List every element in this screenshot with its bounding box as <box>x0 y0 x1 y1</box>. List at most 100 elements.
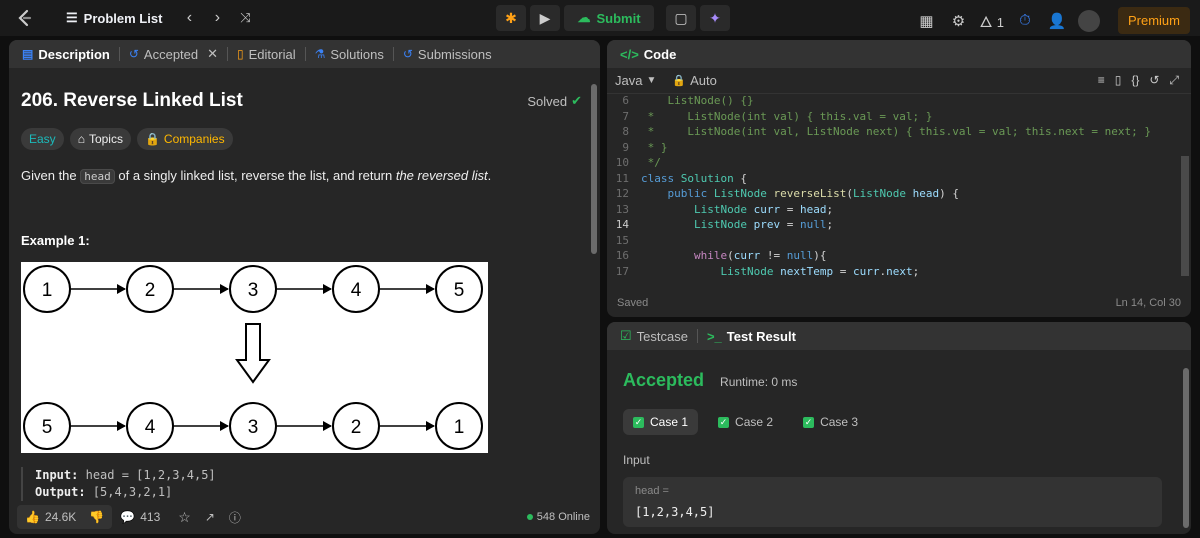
bug-icon: ✱ <box>505 9 517 26</box>
language-select[interactable]: Java ▼ <box>615 73 656 88</box>
bottom-list-arrowhead <box>323 421 332 431</box>
expand-icon[interactable]: ⤢ <box>1169 73 1179 88</box>
comments-button[interactable]: 💬 413 <box>120 510 160 524</box>
chevron-down-icon: ▼ <box>646 75 657 86</box>
debug-button[interactable]: ✱ <box>496 5 526 31</box>
code-line: 15 <box>615 233 629 247</box>
submit-button[interactable]: ☁ Submit <box>564 5 654 31</box>
reset-icon[interactable]: ↺ <box>1149 73 1159 88</box>
top-list-arrowhead <box>426 284 435 294</box>
problem-list-button[interactable]: ☰ Problem List <box>66 10 162 26</box>
auto-mode[interactable]: 🔒 Auto <box>672 73 716 88</box>
prev-problem-icon[interactable]: ‹ <box>180 9 198 27</box>
share-icon[interactable]: ↗ <box>205 510 215 524</box>
tab-description[interactable]: ▤ Description <box>19 40 113 68</box>
gear-icon[interactable]: ⚙ <box>947 12 969 30</box>
leetcode-logo-icon[interactable] <box>14 7 36 29</box>
code-scrollbar[interactable] <box>1181 156 1189 276</box>
tab-solutions[interactable]: ⚗ Solutions <box>312 40 387 68</box>
check-circle-icon: ✔ <box>571 93 582 108</box>
top-list-node-label: 1 <box>42 280 53 301</box>
case-2-tab[interactable]: ✓ Case 2 <box>708 409 783 435</box>
top-list-node-label: 4 <box>351 280 362 301</box>
thumbs-down-icon[interactable]: 👎 <box>89 510 104 524</box>
close-icon[interactable]: ✕ <box>207 46 218 62</box>
variable-name: head = <box>635 485 669 497</box>
tab-test-result[interactable]: >_ Test Result <box>704 322 799 350</box>
flask-icon: ⚗ <box>314 47 326 61</box>
terminal-icon: >_ <box>706 328 722 344</box>
notes-button[interactable]: ▢ <box>666 5 696 31</box>
ai-button[interactable]: ✦ <box>700 5 730 31</box>
help-icon[interactable]: ⓘ <box>229 509 241 526</box>
tab-submissions[interactable]: ↺ Submissions <box>400 40 495 68</box>
tab-accepted[interactable]: ↺ Accepted ✕ <box>126 40 221 68</box>
description-scrollbar[interactable] <box>591 84 597 254</box>
star-icon[interactable]: ☆ <box>178 509 191 526</box>
bottom-list-node-label: 4 <box>145 417 156 438</box>
like-button[interactable]: 👍 24.6K 👎 <box>17 505 113 529</box>
bottom-list-node-label: 5 <box>42 417 53 438</box>
topics-tag[interactable]: ⌂ Topics <box>69 128 131 150</box>
code-tabs: </> Code <box>607 40 1191 68</box>
result-panel: ☑ Testcase >_ Test Result Accepted Runtime… <box>607 322 1191 534</box>
tab-testcase[interactable]: ☑ Testcase <box>617 322 691 350</box>
case-tabs: ✓ Case 1 ✓ Case 2 ✓ Case 3 <box>623 409 1175 435</box>
top-list-arrowhead <box>220 284 229 294</box>
thumbs-up-icon: 👍 <box>25 510 40 524</box>
add-user-icon[interactable]: 👤 <box>1046 12 1068 30</box>
bottom-list-node-label: 3 <box>248 417 259 438</box>
top-list-node-label: 2 <box>145 280 156 301</box>
premium-button[interactable]: Premium <box>1117 7 1190 34</box>
reverse-arrow <box>235 323 271 384</box>
tab-editorial[interactable]: ▯ Editorial <box>234 40 299 68</box>
lock-icon: 🔒 <box>144 132 160 146</box>
tab-code[interactable]: </> Code <box>617 40 679 68</box>
book-icon: ▯ <box>237 47 244 61</box>
top-bar: ☰ Problem List ‹ › ⤨ ✱ ▶ ☁ Submit ▢ ✦ ▦ … <box>0 0 1200 36</box>
history-icon: ↺ <box>128 47 139 61</box>
avatar[interactable] <box>1077 9 1100 32</box>
code-line: 17 ListNode nextTemp = curr.next; <box>615 264 920 278</box>
next-problem-icon[interactable]: › <box>208 9 226 27</box>
list-icon: ☰ <box>66 10 78 25</box>
bottom-list-arrowhead <box>220 421 229 431</box>
shuffle-icon[interactable]: ⤨ <box>236 10 254 26</box>
case-1-tab[interactable]: ✓ Case 1 <box>623 409 699 435</box>
code-line: 13 ListNode curr = head; <box>615 202 834 216</box>
code-editor[interactable]: 6 ListNode() {} 7 * ListNode(int val) { … <box>607 94 1191 290</box>
result-scrollbar[interactable] <box>1183 368 1189 528</box>
result-tabs: ☑ Testcase >_ Test Result <box>607 322 1191 350</box>
braces-icon[interactable]: {} <box>1131 73 1139 88</box>
check-icon: ✓ <box>718 416 730 428</box>
description-panel: ▤ Description ↺ Accepted ✕ ▯ Editorial ⚗ Solu… <box>9 40 600 534</box>
cloud-upload-icon: ☁ <box>577 10 591 25</box>
problem-list-label: Problem List <box>83 10 163 26</box>
lock-icon: 🔒 <box>672 75 687 87</box>
code-panel: </> Code Java ▼ 🔒 Auto ≡ ▯ {} ↺ ⤢ 6 ListNod… <box>607 40 1191 317</box>
layout-icon[interactable]: ▦ <box>915 12 937 30</box>
code-line: 6 ListNode() {} <box>622 94 754 107</box>
divider <box>227 47 229 61</box>
run-button[interactable]: ▶ <box>530 5 560 31</box>
left-tabs: ▤ Description ↺ Accepted ✕ ▯ Editorial ⚗ Solu… <box>9 40 600 68</box>
variable-value: [1,2,3,4,5] <box>635 505 715 519</box>
code-line: 8 * ListNode(int val, ListNode next) { t… <box>622 125 1151 138</box>
checkbox-icon: ☑ <box>620 328 632 343</box>
verdict: Accepted <box>623 370 705 390</box>
linked-list-diagram: 1 2 3 4 5 5 4 3 2 1 <box>21 262 488 453</box>
divider <box>392 47 394 61</box>
submit-label: Submit <box>596 10 641 26</box>
streak-icon[interactable]: 🜂 1 <box>979 5 1004 36</box>
code-line: 7 * ListNode(int val) { this.val = val; … <box>622 109 933 123</box>
divider <box>696 329 698 343</box>
comment-icon: 💬 <box>120 510 136 524</box>
companies-tag[interactable]: 🔒 Companies <box>136 128 233 150</box>
editor-status: Saved Ln 14, Col 30 <box>617 297 1181 309</box>
format-icon[interactable]: ≡ <box>1098 73 1105 88</box>
problem-title[interactable]: 206. Reverse Linked List <box>21 90 243 112</box>
timer-icon[interactable]: ⏱ <box>1014 12 1036 29</box>
case-3-tab[interactable]: ✓ Case 3 <box>793 409 868 435</box>
code-line: 12 public ListNode reverseList(ListNode … <box>615 187 959 200</box>
bookmark-icon[interactable]: ▯ <box>1115 73 1122 88</box>
